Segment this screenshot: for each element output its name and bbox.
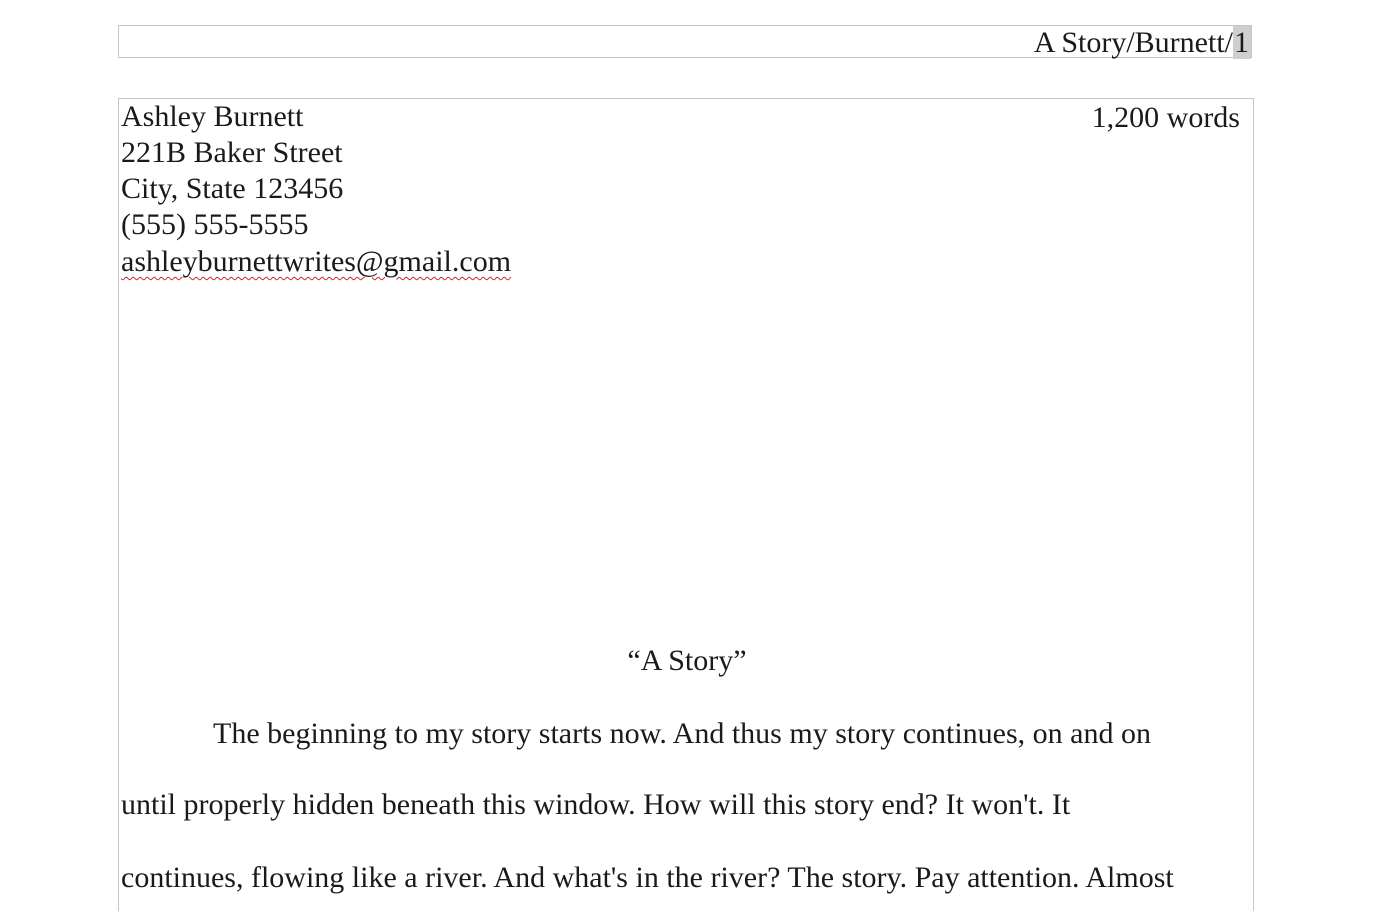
author-name: Ashley Burnett: [121, 100, 304, 133]
author-email: ashleyburnettwrites@gmail.com: [121, 245, 512, 278]
story-line-3: continues, flowing like a river. And wha…: [121, 861, 1174, 894]
page-header[interactable]: A Story/Burnett/1: [118, 25, 1252, 59]
page-number[interactable]: 1: [1233, 26, 1251, 59]
author-city-state: City, State 123456: [121, 172, 344, 205]
author-email-line: ashleyburnettwrites@gmail.com: [121, 245, 511, 279]
running-head-text: A Story/Burnett/: [1033, 26, 1233, 59]
author-address: 221B Baker Street: [121, 136, 343, 169]
running-head: A Story/Burnett/1: [1033, 26, 1251, 59]
story-title: “A Story”: [627, 644, 747, 677]
document-body[interactable]: Ashley Burnett 221B Baker Street City, S…: [118, 98, 1254, 911]
word-count: 1,200 words: [1091, 101, 1240, 134]
story-line-2: until properly hidden beneath this windo…: [121, 788, 1071, 821]
author-phone: (555) 555-5555: [121, 208, 309, 241]
story-line-1: The beginning to my story starts now. An…: [213, 717, 1151, 750]
